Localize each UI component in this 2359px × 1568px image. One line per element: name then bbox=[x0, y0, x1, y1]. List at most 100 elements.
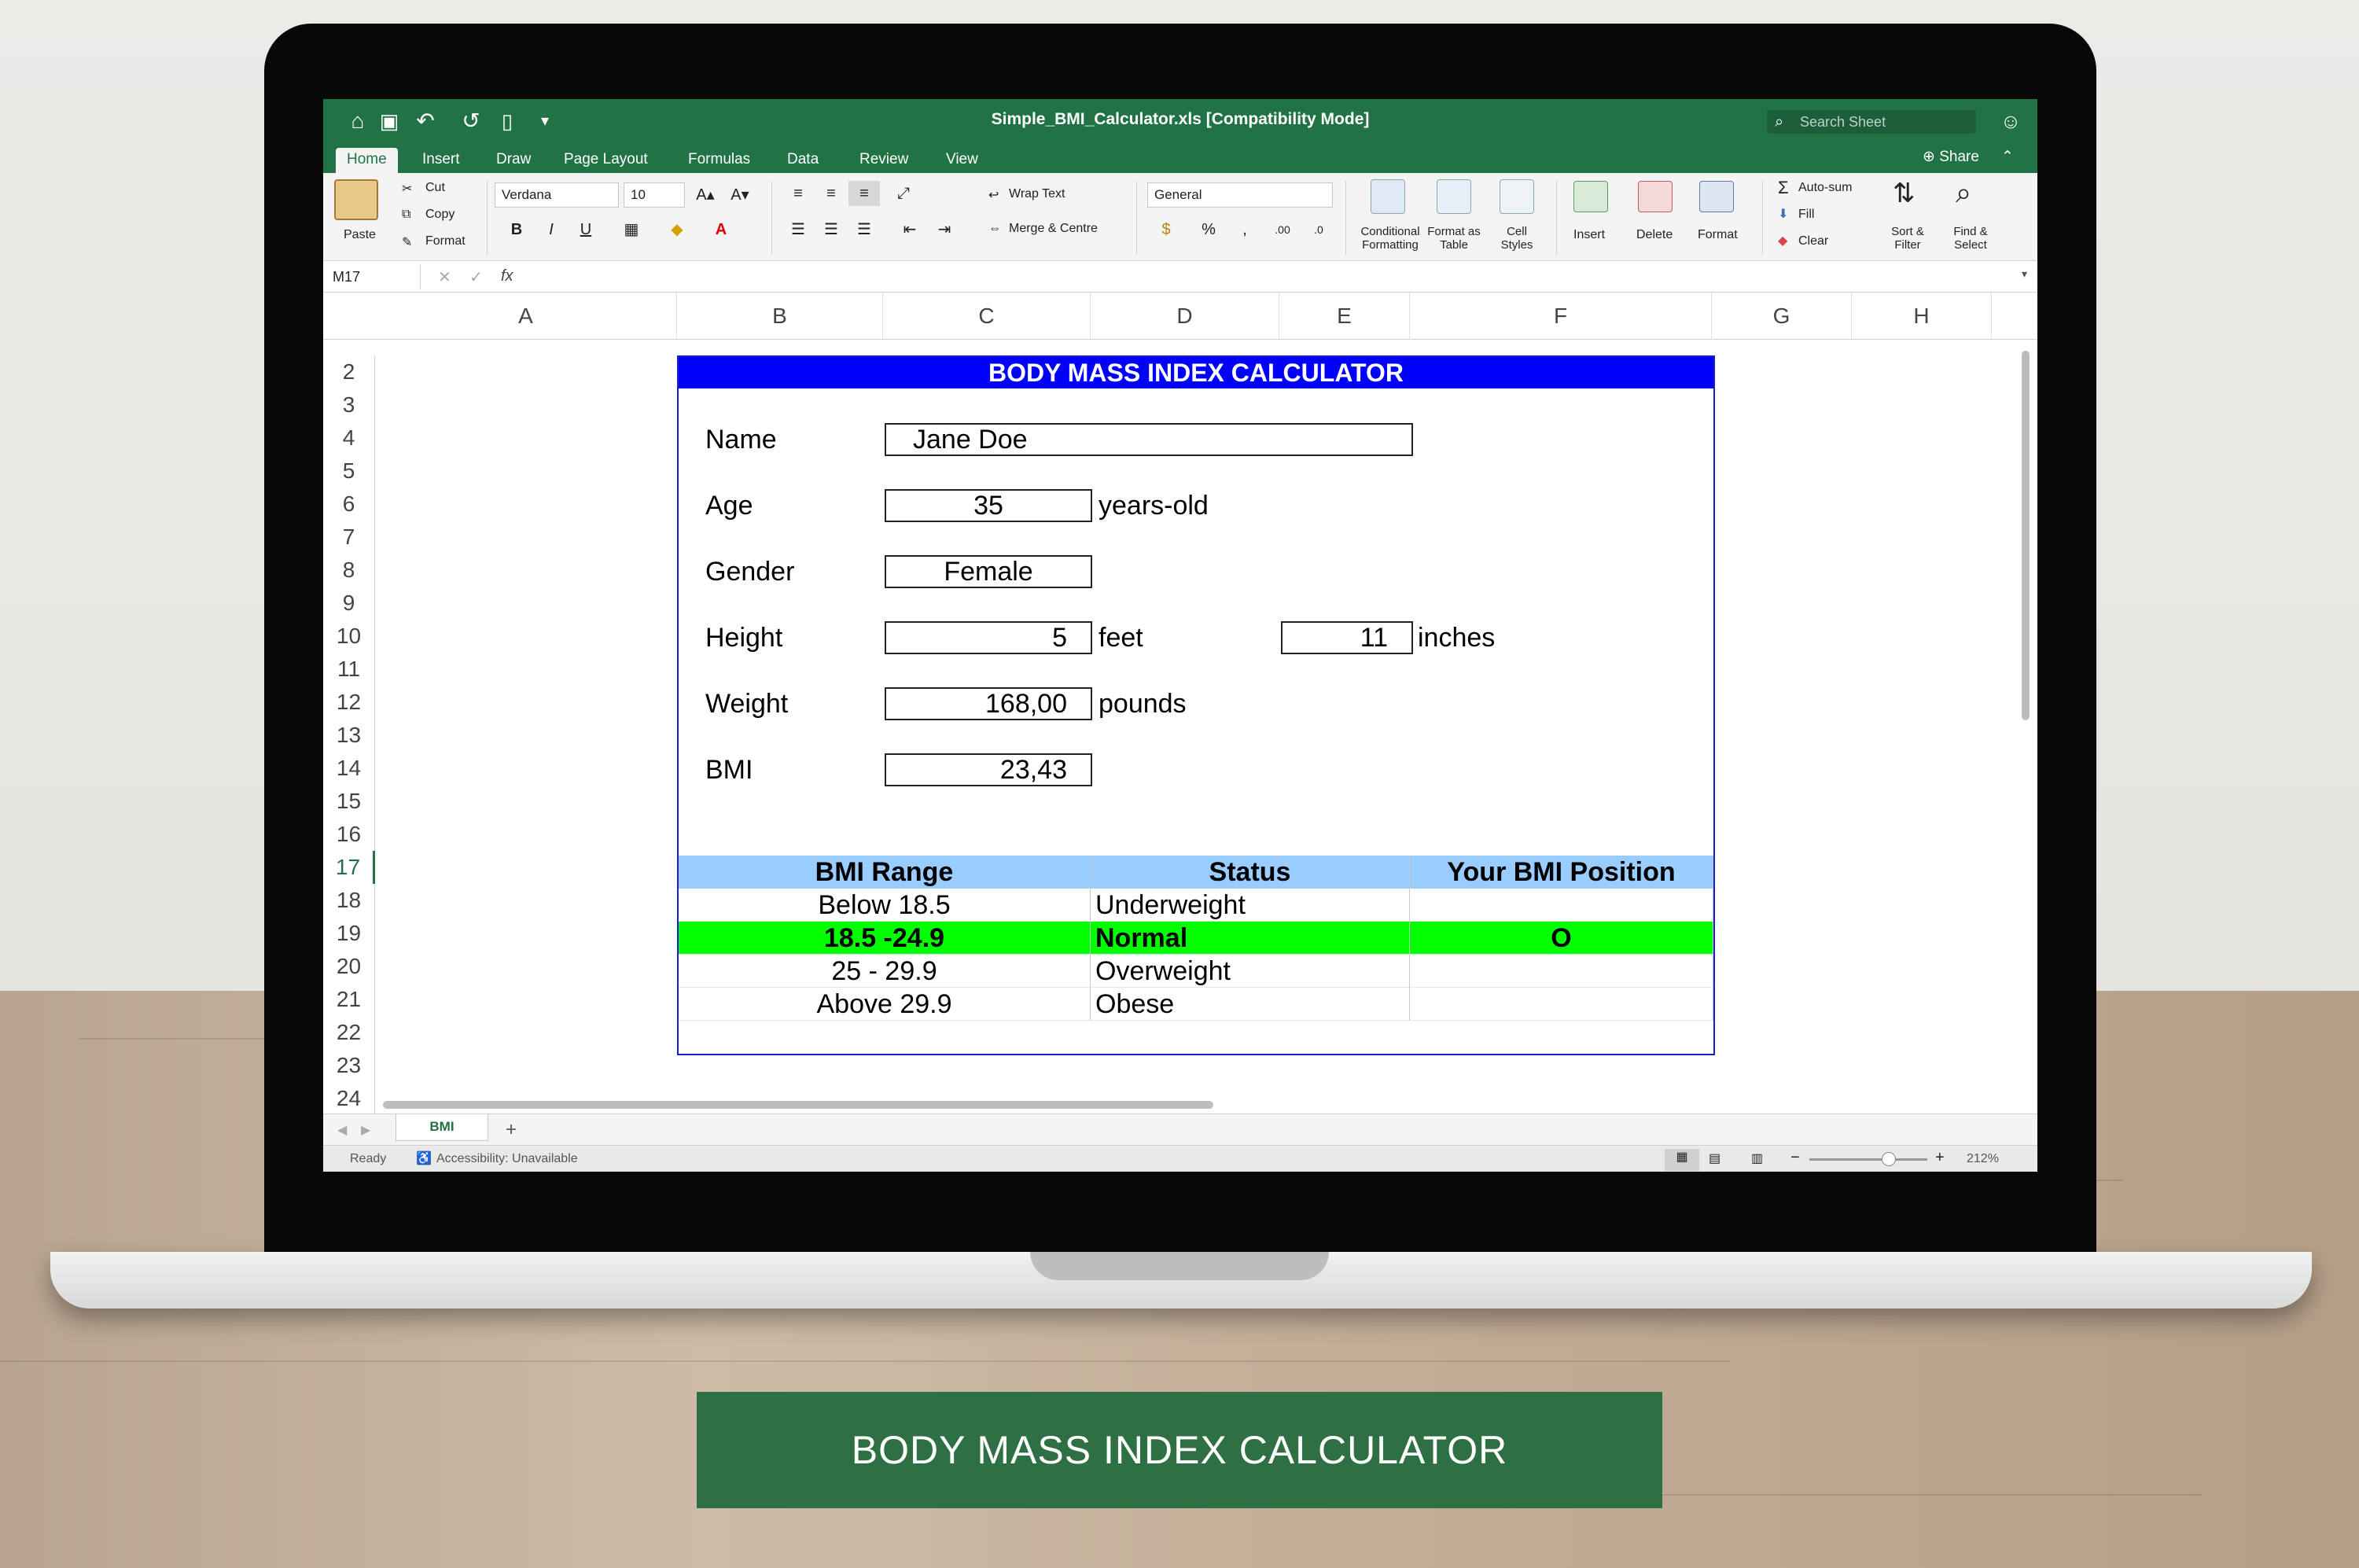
tab-data[interactable]: Data bbox=[776, 148, 830, 173]
expand-formula-icon[interactable]: ▾ bbox=[2022, 267, 2027, 281]
bmi-result-cell[interactable]: 23,43 bbox=[885, 753, 1092, 786]
insert-cells-icon[interactable] bbox=[1573, 181, 1608, 212]
name-box[interactable]: M17 bbox=[323, 264, 421, 289]
cell-styles-icon[interactable] bbox=[1500, 179, 1534, 214]
row-header[interactable]: 5 bbox=[323, 455, 375, 488]
function-icon[interactable]: fx bbox=[501, 267, 513, 285]
percent-button[interactable]: % bbox=[1193, 217, 1224, 242]
autosum-label[interactable]: Auto-sum bbox=[1798, 181, 1852, 195]
row-header[interactable]: 3 bbox=[323, 388, 375, 421]
column-header-g[interactable]: G bbox=[1712, 293, 1852, 340]
tab-insert[interactable]: Insert bbox=[411, 148, 471, 173]
conditional-formatting-icon[interactable] bbox=[1371, 179, 1405, 214]
page-break-view-icon[interactable]: ▥ bbox=[1751, 1150, 1763, 1166]
merge-icon[interactable]: ⇔ bbox=[988, 222, 1001, 236]
comma-style-icon[interactable]: , bbox=[1229, 217, 1260, 242]
format-as-table-label[interactable]: Format as Table bbox=[1426, 225, 1482, 252]
autosum-icon[interactable]: Σ bbox=[1778, 178, 1789, 198]
horizontal-scrollbar[interactable] bbox=[383, 1101, 1213, 1109]
underline-button[interactable]: U bbox=[570, 217, 602, 242]
sort-filter-icon[interactable]: ⇅ bbox=[1893, 178, 1916, 209]
table-cell-status[interactable]: Normal bbox=[1091, 922, 1410, 955]
search-sheet-input[interactable]: ⌕ Search Sheet bbox=[1767, 110, 1976, 134]
decrease-font-icon[interactable]: A▾ bbox=[724, 182, 756, 208]
age-cell[interactable]: 35 bbox=[885, 489, 1092, 522]
gender-cell[interactable]: Female bbox=[885, 555, 1092, 588]
next-sheet-icon[interactable]: ▶ bbox=[361, 1122, 370, 1138]
increase-font-icon[interactable]: A▴ bbox=[690, 182, 721, 208]
add-sheet-icon[interactable]: + bbox=[506, 1119, 517, 1141]
table-cell-status[interactable]: Overweight bbox=[1091, 955, 1410, 988]
increase-decimal-icon[interactable]: .00 bbox=[1267, 217, 1298, 242]
prev-sheet-icon[interactable]: ◀ bbox=[337, 1122, 347, 1138]
column-header-e[interactable]: E bbox=[1279, 293, 1410, 340]
row-header[interactable]: 23 bbox=[323, 1049, 375, 1082]
merge-centre-label[interactable]: Merge & Centre bbox=[1009, 222, 1098, 236]
zoom-level[interactable]: 212% bbox=[1967, 1152, 1999, 1166]
confirm-formula-icon[interactable]: ✓ bbox=[469, 267, 483, 287]
currency-icon[interactable]: $ bbox=[1150, 217, 1182, 242]
zoom-in-icon[interactable]: + bbox=[1935, 1149, 1945, 1167]
row-header[interactable]: 4 bbox=[323, 421, 375, 455]
align-left-icon[interactable]: ☰ bbox=[782, 217, 814, 242]
copy-label[interactable]: Copy bbox=[425, 208, 455, 222]
tab-home[interactable]: Home bbox=[336, 148, 398, 173]
delete-label[interactable]: Delete bbox=[1636, 228, 1673, 242]
italic-button[interactable]: I bbox=[535, 217, 567, 242]
row-header-selected[interactable]: 17 bbox=[323, 851, 375, 884]
row-header[interactable]: 14 bbox=[323, 752, 375, 785]
row-header[interactable]: 11 bbox=[323, 653, 375, 686]
zoom-out-icon[interactable]: − bbox=[1790, 1149, 1800, 1167]
height-inches-cell[interactable]: 11 bbox=[1281, 621, 1413, 654]
row-header[interactable]: 20 bbox=[323, 950, 375, 983]
row-header[interactable]: 7 bbox=[323, 521, 375, 554]
row-header[interactable]: 22 bbox=[323, 1016, 375, 1049]
sheet-tab-bmi[interactable]: BMI bbox=[396, 1114, 488, 1141]
clear-label[interactable]: Clear bbox=[1798, 234, 1828, 248]
fill-color-icon[interactable]: ◆ bbox=[661, 217, 693, 242]
table-cell-range[interactable]: 18.5 -24.9 bbox=[679, 922, 1091, 955]
vertical-scrollbar[interactable] bbox=[2022, 351, 2030, 720]
accessibility-icon[interactable]: ♿ bbox=[416, 1150, 432, 1166]
decrease-decimal-icon[interactable]: .0 bbox=[1303, 217, 1334, 242]
sort-filter-label[interactable]: Sort & Filter bbox=[1883, 225, 1932, 252]
table-cell-status[interactable]: Obese bbox=[1091, 988, 1410, 1021]
tab-draw[interactable]: Draw bbox=[485, 148, 542, 173]
collapse-ribbon-icon[interactable]: ⌃ bbox=[2001, 148, 2014, 166]
align-right-icon[interactable]: ☰ bbox=[848, 217, 880, 242]
font-size-select[interactable]: 10 bbox=[624, 182, 685, 208]
column-header-b[interactable]: B bbox=[677, 293, 883, 340]
format-cells-icon[interactable] bbox=[1699, 181, 1734, 212]
wrap-text-icon[interactable]: ↩ bbox=[988, 187, 999, 203]
borders-icon[interactable]: ▦ bbox=[616, 217, 647, 242]
page-layout-view-icon[interactable]: ▤ bbox=[1709, 1150, 1720, 1166]
align-top-icon[interactable]: ≡ bbox=[782, 181, 814, 206]
row-header[interactable]: 15 bbox=[323, 785, 375, 818]
table-cell-range[interactable]: Above 29.9 bbox=[679, 988, 1091, 1021]
row-header[interactable]: 8 bbox=[323, 554, 375, 587]
table-cell-position-marker[interactable]: O bbox=[1410, 922, 1713, 955]
cut-label[interactable]: Cut bbox=[425, 181, 445, 195]
table-cell-position[interactable] bbox=[1410, 988, 1713, 1021]
tab-formulas[interactable]: Formulas bbox=[677, 148, 761, 173]
row-header[interactable]: 6 bbox=[323, 488, 375, 521]
column-header-d[interactable]: D bbox=[1091, 293, 1279, 340]
orientation-icon[interactable]: ⤢ bbox=[888, 181, 919, 206]
row-header[interactable]: 21 bbox=[323, 983, 375, 1016]
row-header[interactable]: 2 bbox=[323, 355, 375, 388]
scissors-icon[interactable]: ✂ bbox=[402, 181, 412, 197]
zoom-slider[interactable] bbox=[1809, 1158, 1927, 1161]
table-cell-status[interactable]: Underweight bbox=[1091, 889, 1410, 922]
tab-page-layout[interactable]: Page Layout bbox=[553, 148, 659, 173]
accessibility-status[interactable]: Accessibility: Unavailable bbox=[436, 1152, 578, 1166]
row-header[interactable]: 16 bbox=[323, 818, 375, 851]
table-cell-range[interactable]: 25 - 29.9 bbox=[679, 955, 1091, 988]
decrease-indent-icon[interactable]: ⇤ bbox=[894, 217, 926, 242]
column-header-h[interactable]: H bbox=[1852, 293, 1992, 340]
tab-view[interactable]: View bbox=[935, 148, 989, 173]
align-center-icon[interactable]: ☰ bbox=[815, 217, 847, 242]
format-painter-label[interactable]: Format bbox=[425, 234, 466, 248]
account-icon[interactable]: ☺ bbox=[1997, 107, 2025, 135]
align-middle-icon[interactable]: ≡ bbox=[815, 181, 847, 206]
column-header-c[interactable]: C bbox=[883, 293, 1091, 340]
